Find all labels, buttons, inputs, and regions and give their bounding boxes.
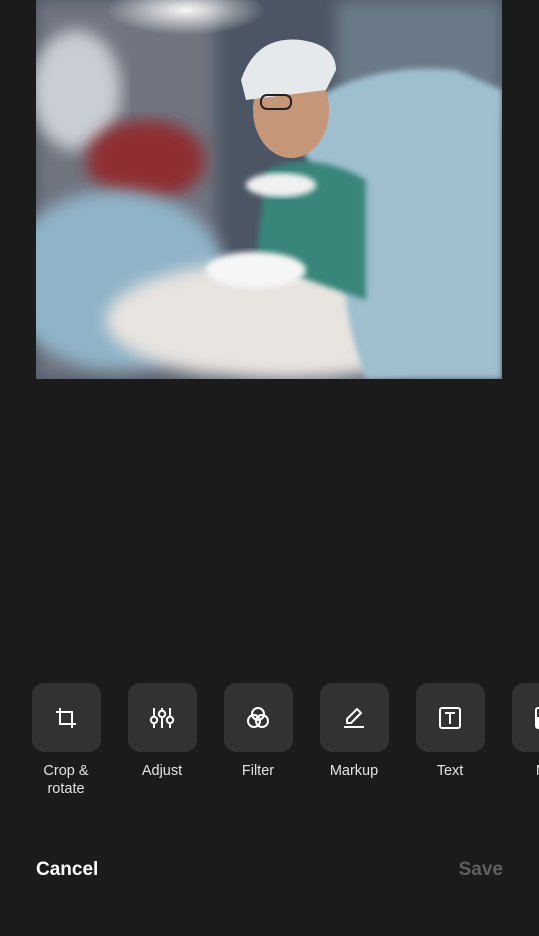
crop-rotate-button[interactable]: [31, 683, 101, 752]
tool-label-filter: Filter: [241, 763, 275, 779]
crop-rotate-icon: [56, 707, 76, 728]
action-bar: Cancel Save: [0, 856, 539, 888]
markup-button[interactable]: [319, 683, 389, 752]
tool-label-markup: Markup: [329, 763, 379, 779]
tool-crop-rotate[interactable]: Crop & rotate: [18, 683, 114, 798]
tool-more[interactable]: Mo: [498, 683, 539, 780]
cancel-button[interactable]: Cancel: [36, 859, 98, 881]
tool-adjust[interactable]: Adjust: [114, 683, 210, 780]
save-button[interactable]: Save: [459, 859, 503, 881]
photo-illustration: [36, 0, 502, 379]
tool-label-text: Text: [436, 763, 464, 779]
filter-circles-icon: [247, 706, 269, 728]
text-box-icon: [439, 706, 461, 729]
adjust-button[interactable]: [127, 683, 197, 752]
sliders-icon: [149, 707, 175, 728]
more-button[interactable]: [511, 683, 539, 752]
text-button[interactable]: [415, 683, 485, 752]
more-icon: [535, 706, 539, 729]
tool-text[interactable]: Text: [402, 683, 498, 780]
filter-button[interactable]: [223, 683, 293, 752]
tool-label-adjust: Adjust: [141, 763, 183, 779]
tool-label-more: Mo: [498, 762, 539, 780]
pen-markup-icon: [344, 707, 364, 728]
tool-label-crop-rotate: Crop & rotate: [43, 763, 89, 797]
tool-filter[interactable]: Filter: [210, 683, 306, 780]
edited-photo: [36, 0, 502, 379]
tool-markup[interactable]: Markup: [306, 683, 402, 780]
edit-toolbar: Crop & rotate Adjust Filter Markup Text: [0, 683, 539, 803]
